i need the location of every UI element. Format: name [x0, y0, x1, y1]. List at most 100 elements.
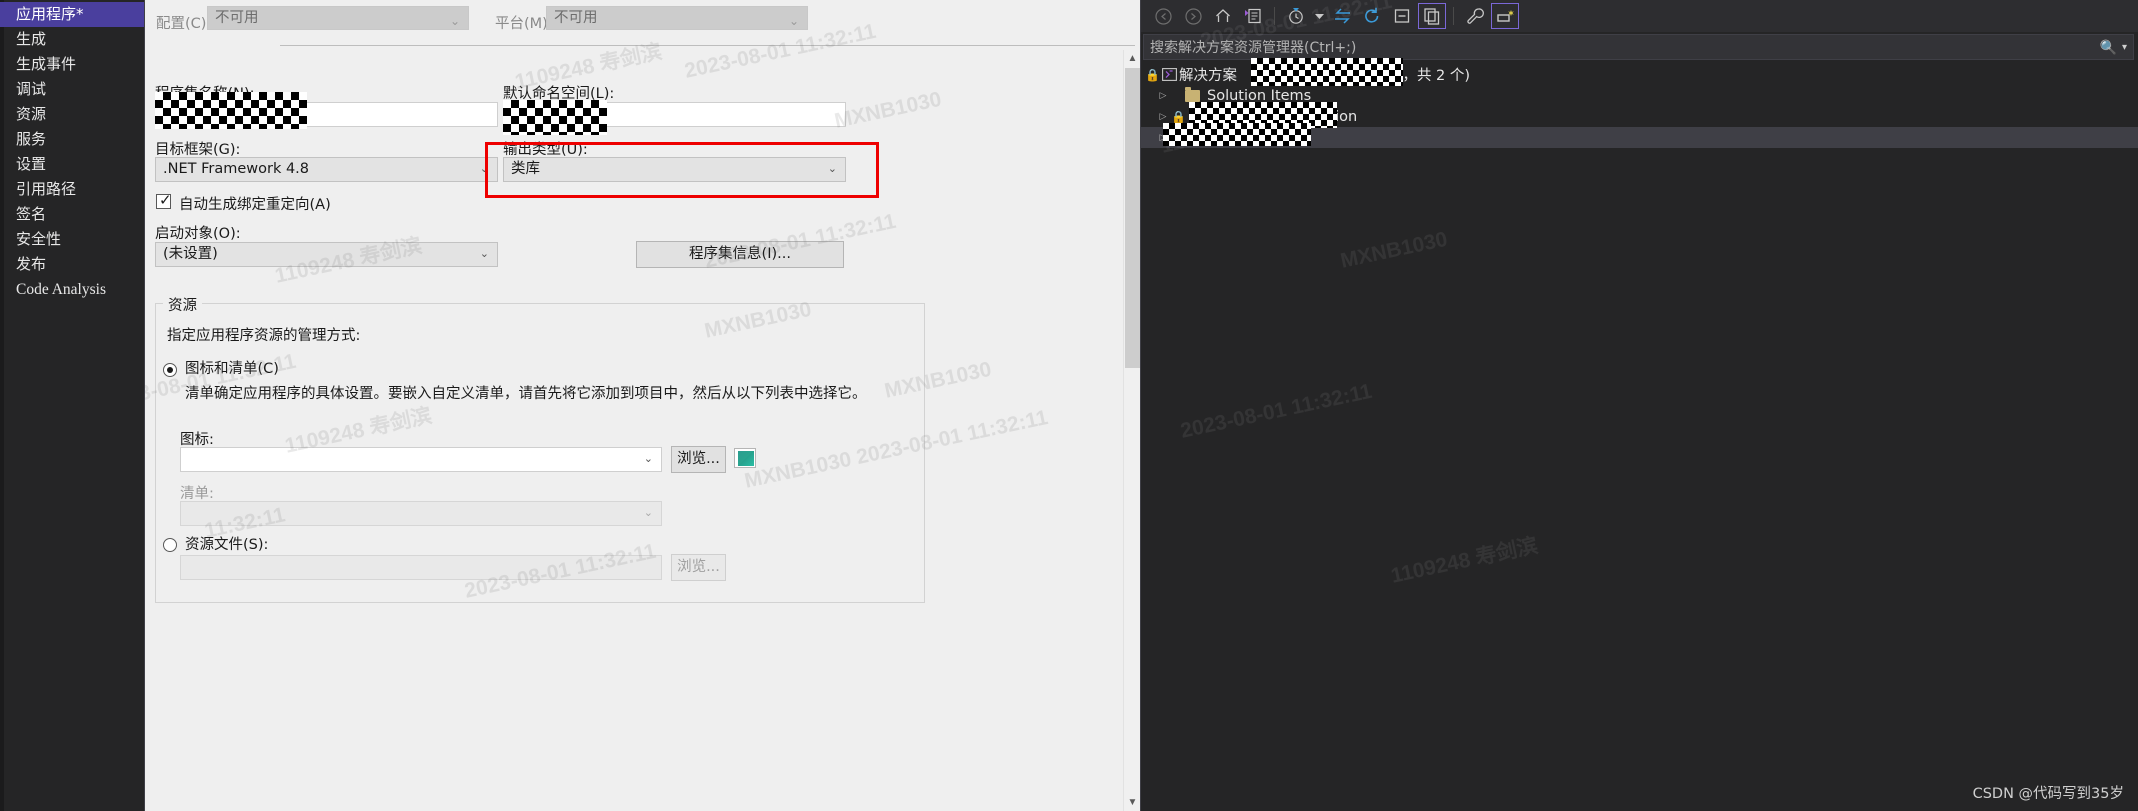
sidebar-item-settings[interactable]: 设置	[0, 152, 144, 177]
pending-changes-icon[interactable]	[1239, 3, 1267, 29]
scroll-down-icon[interactable]: ▼	[1124, 794, 1140, 811]
icon-manifest-radio[interactable]	[163, 363, 177, 377]
manifest-help-text: 清单确定应用程序的具体设置。要嵌入自定义清单，请首先将它添加到项目中，然后从以下…	[185, 386, 867, 402]
tree-row-project-application[interactable]: ▷ 🔒 nApplication	[1141, 106, 2138, 127]
home-icon[interactable]	[1209, 3, 1237, 29]
sidebar-item-label: 引用路径	[16, 180, 77, 198]
sidebar-item-label: 安全性	[16, 230, 62, 248]
chevron-down-icon: ⌄	[479, 162, 489, 175]
assembly-info-button[interactable]: 程序集信息(I)...	[636, 241, 844, 268]
solution-explorer-toolbar	[1141, 0, 2138, 32]
separator	[280, 45, 1135, 46]
show-all-files-icon[interactable]	[1418, 3, 1446, 29]
resources-group-title: 资源	[163, 294, 202, 315]
sidebar-item-application[interactable]: 应用程序*	[0, 2, 144, 27]
assembly-name-input[interactable]	[155, 102, 498, 127]
target-framework-label: 目标框架(G):	[155, 142, 241, 158]
startup-object-label: 启动对象(O):	[155, 226, 241, 242]
sidebar-item-resources[interactable]: 资源	[0, 102, 144, 127]
icon-thumbnail	[738, 451, 754, 466]
sidebar-item-security[interactable]: 安全性	[0, 227, 144, 252]
sidebar-item-code-analysis[interactable]: Code Analysis	[0, 277, 144, 302]
sidebar-item-services[interactable]: 服务	[0, 127, 144, 152]
configuration-dropdown[interactable]: 不可用 ⌄	[207, 6, 469, 30]
collapse-all-icon[interactable]	[1388, 3, 1416, 29]
tree-item-label: UI	[1272, 129, 1290, 146]
target-framework-dropdown[interactable]: .NET Framework 4.8 ⌄	[155, 157, 498, 182]
tree-item-label: Solution Items	[1207, 87, 1312, 104]
target-framework-value: .NET Framework 4.8	[163, 161, 310, 177]
platform-label: 平台(M):	[495, 16, 553, 32]
lock-icon: 🔒	[1145, 67, 1160, 82]
platform-dropdown[interactable]: 不可用 ⌄	[546, 6, 808, 30]
sidebar-item-label: 发布	[16, 255, 47, 273]
configuration-bar: 配置(C): 不可用 ⌄ 平台(M): 不可用 ⌄	[145, 0, 1140, 36]
tree-item-label: 解决方案	[1178, 68, 1237, 84]
sync-with-active-document-icon[interactable]	[1328, 3, 1356, 29]
sidebar-item-build-events[interactable]: 生成事件	[0, 52, 144, 77]
properties-scrollbar[interactable]: ▲ ▼	[1123, 50, 1140, 811]
icon-dropdown[interactable]: ⌄	[180, 447, 662, 472]
watermark: 1109248 寿剑滨	[1388, 534, 1540, 588]
browse-icon-button[interactable]: 浏览...	[671, 446, 726, 473]
scroll-up-icon[interactable]: ▲	[1124, 50, 1140, 67]
default-namespace-input[interactable]: nUI	[503, 102, 846, 127]
configuration-value: 不可用	[215, 10, 259, 26]
sidebar-item-debug[interactable]: 调试	[0, 77, 144, 102]
auto-binding-redirect-checkbox[interactable]: ✓	[156, 192, 172, 209]
chevron-down-icon[interactable]: ▾	[2122, 42, 2127, 53]
browse-resource-button[interactable]: 浏览...	[671, 554, 726, 581]
resources-description: 指定应用程序资源的管理方式:	[167, 328, 361, 344]
sidebar-item-label: 签名	[16, 205, 47, 223]
project-count-label: 个项目，共 2 个)	[1358, 68, 1471, 84]
properties-category-sidebar: 应用程序* 生成 生成事件 调试 资源 服务 设置 引用路径 签名 安全性 发布…	[0, 0, 145, 811]
tree-row-solution-items[interactable]: ▷ Solution Items	[1141, 85, 2138, 106]
back-icon[interactable]	[1149, 3, 1177, 29]
application-properties-panel: 配置(C): 不可用 ⌄ 平台(M): 不可用 ⌄ 程序集名称(N): 默认命名…	[145, 0, 1140, 811]
configuration-label: 配置(C):	[156, 16, 212, 32]
search-placeholder: 搜索解决方案资源管理器(Ctrl+;)	[1150, 40, 1357, 56]
resource-file-label: 资源文件(S):	[185, 537, 269, 553]
tree-item-label: nApplication	[1266, 108, 1358, 125]
resource-file-input[interactable]	[180, 555, 662, 580]
expand-twisty-icon[interactable]: ▷	[1155, 112, 1171, 122]
output-type-value: 类库	[511, 161, 540, 177]
chevron-down-icon: ⌄	[788, 14, 799, 28]
sidebar-item-label: 资源	[16, 105, 47, 123]
sidebar-item-label: 设置	[16, 155, 47, 173]
sidebar-item-label: 服务	[16, 130, 47, 148]
scrollbar-thumb[interactable]	[1125, 68, 1140, 368]
sidebar-item-publish[interactable]: 发布	[0, 252, 144, 277]
solution-explorer-search[interactable]: 搜索解决方案资源管理器(Ctrl+;) 🔍 ▾	[1143, 34, 2134, 60]
icon-manifest-label: 图标和清单(C)	[185, 361, 279, 377]
chevron-down-icon: ⌄	[643, 506, 653, 519]
sidebar-item-label: 调试	[16, 80, 47, 98]
watermark: MXNB1030	[1338, 227, 1450, 273]
startup-object-dropdown[interactable]: (未设置) ⌄	[155, 242, 498, 267]
sidebar-item-build[interactable]: 生成	[0, 27, 144, 52]
watermark: 2023-08-01 11:32:11	[1178, 379, 1375, 443]
tree-row-project-ui[interactable]: ▷ UI	[1141, 127, 2138, 148]
expand-twisty-icon[interactable]: ▷	[1155, 91, 1171, 101]
watermark: MXNB1030	[832, 87, 944, 133]
chevron-down-icon: ⌄	[479, 247, 489, 260]
sidebar-item-signing[interactable]: 签名	[0, 202, 144, 227]
properties-icon[interactable]	[1461, 3, 1489, 29]
resource-file-radio[interactable]	[163, 538, 177, 552]
refresh-icon[interactable]	[1358, 3, 1386, 29]
manifest-dropdown[interactable]: ⌄	[180, 501, 662, 526]
preview-selected-items-icon[interactable]	[1491, 3, 1519, 29]
toolbar-divider	[1274, 7, 1275, 25]
search-icon[interactable]: 🔍	[2100, 39, 2117, 56]
sidebar-item-reference-paths[interactable]: 引用路径	[0, 177, 144, 202]
lock-icon: 🔒	[1171, 109, 1186, 124]
history-icon[interactable]	[1282, 3, 1310, 29]
dropdown-arrow-icon[interactable]	[1312, 3, 1326, 29]
tree-row-solution[interactable]: 🔒 解决方案 个项目，共 2 个)	[1141, 64, 2138, 85]
expand-twisty-icon[interactable]: ▷	[1155, 133, 1171, 143]
forward-icon[interactable]	[1179, 3, 1207, 29]
toolbar-divider	[1453, 7, 1454, 25]
output-type-dropdown[interactable]: 类库 ⌄	[503, 157, 846, 182]
radio-dot-icon	[167, 367, 173, 373]
solution-explorer-panel: 搜索解决方案资源管理器(Ctrl+;) 🔍 ▾ 🔒 解决方案 个项目，共 2 个…	[1140, 0, 2138, 811]
